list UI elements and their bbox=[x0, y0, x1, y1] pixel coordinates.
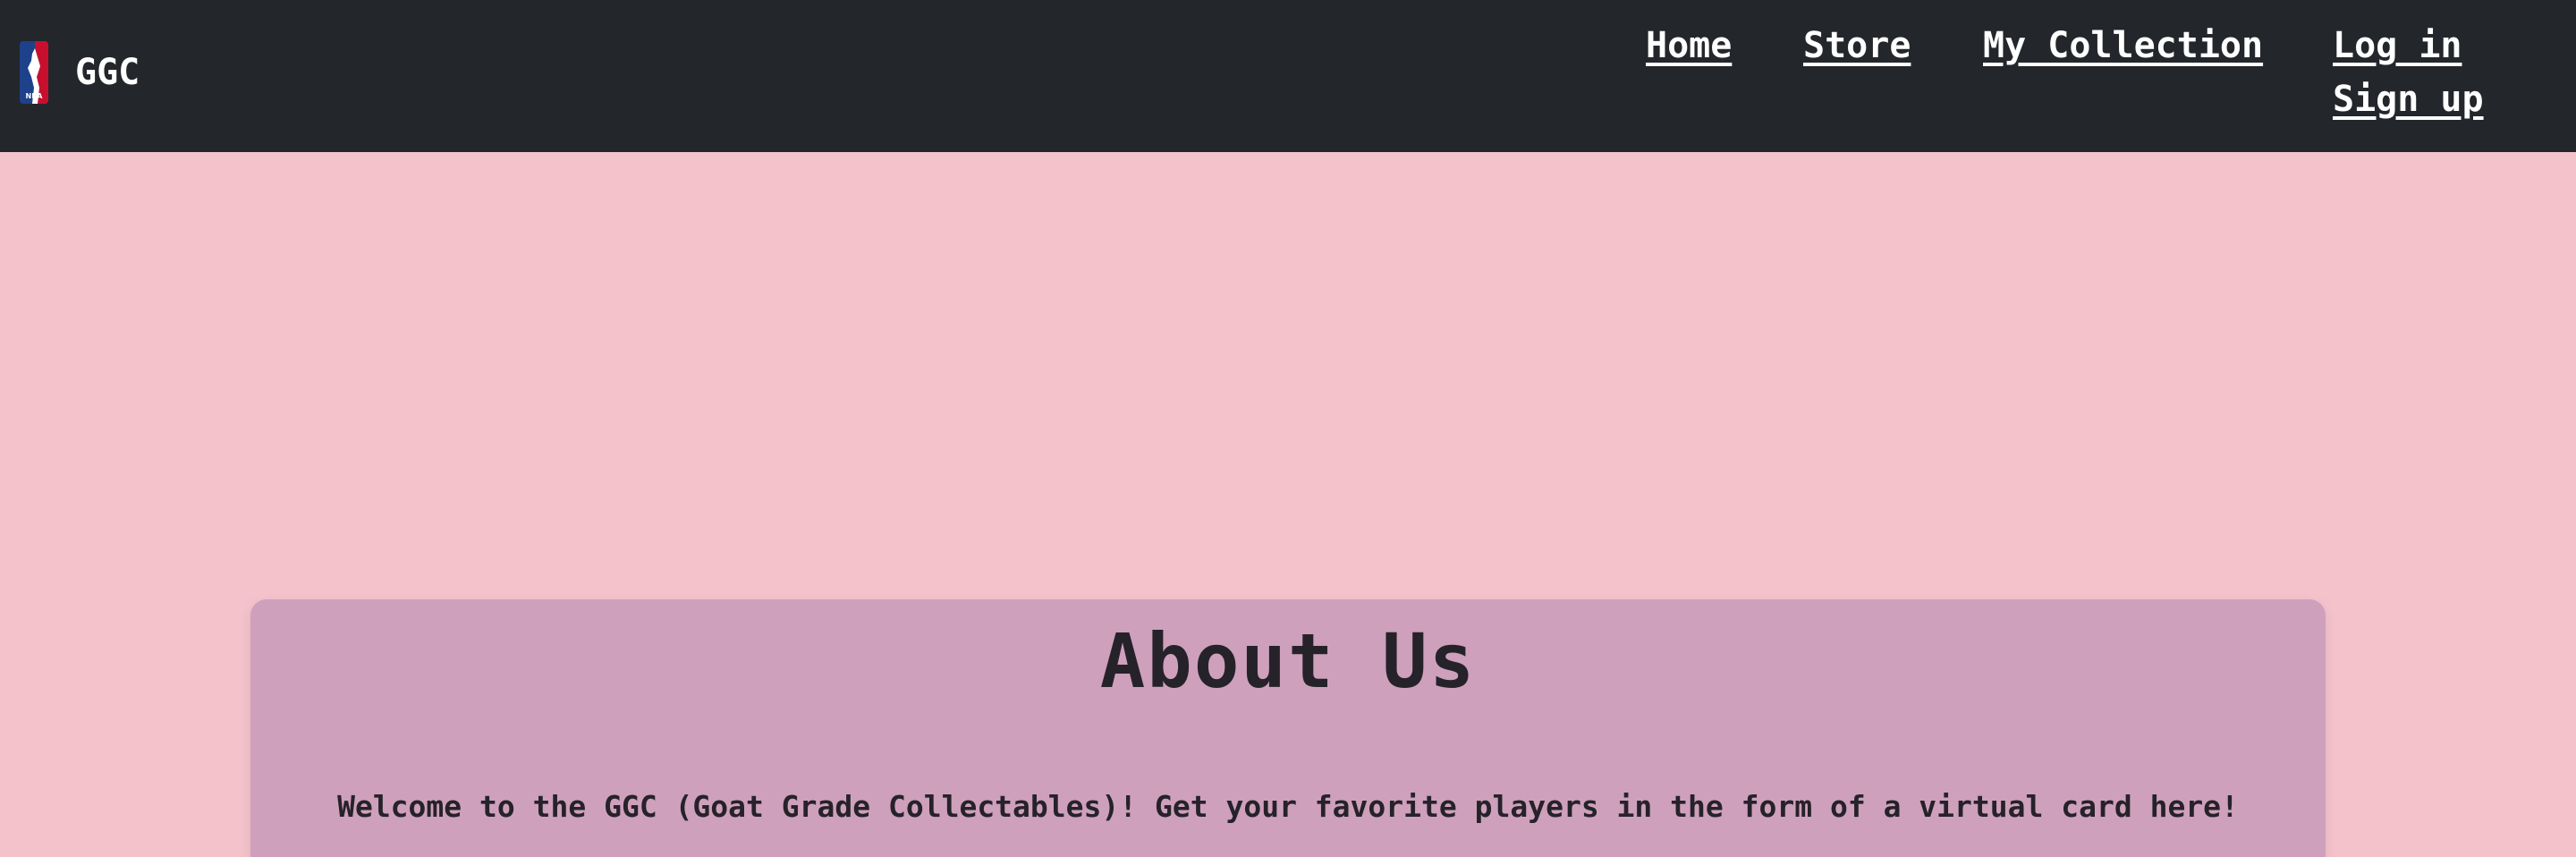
nav-my-collection-link[interactable]: My Collection bbox=[1983, 25, 2263, 66]
welcome-text: Welcome to the GGC (Goat Grade Collectab… bbox=[337, 789, 2239, 824]
svg-text:NBA: NBA bbox=[26, 92, 44, 100]
about-us-title: About Us bbox=[1099, 617, 1477, 705]
nba-logo-icon: NBA bbox=[20, 41, 48, 104]
nav-signup-link[interactable]: Sign up bbox=[2333, 79, 2484, 120]
brand-name[interactable]: GGC bbox=[75, 52, 140, 93]
brand[interactable]: NBA GGC bbox=[20, 41, 140, 104]
top-navbar: NBA GGC Home Store My Collection Log in … bbox=[0, 0, 2576, 152]
nav-store-link[interactable]: Store bbox=[1803, 25, 1911, 66]
about-us-card: About Us Welcome to the GGC (Goat Grade … bbox=[250, 599, 2326, 857]
nav-login-link[interactable]: Log in bbox=[2333, 25, 2462, 66]
nav-home-link[interactable]: Home bbox=[1646, 25, 1732, 66]
